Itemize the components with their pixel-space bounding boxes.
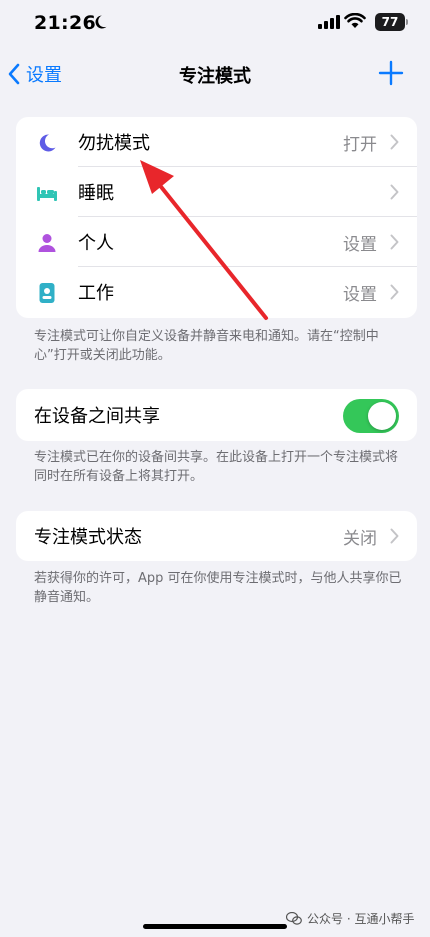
focus-mode-label: 工作 [78, 283, 114, 304]
person-icon [38, 234, 56, 252]
chevron-right-icon [390, 234, 399, 250]
focus-mode-value: 打开 [343, 134, 377, 155]
focus-moon-icon [95, 15, 107, 29]
chevron-right-icon [390, 184, 399, 200]
share-across-devices-row: 在设备之间共享 [16, 389, 417, 441]
focus-mode-label: 勿扰模式 [78, 133, 150, 154]
focus-mode-label: 个人 [78, 233, 114, 254]
focus-status-value: 关闭 [343, 528, 377, 549]
focus-status-label: 专注模式状态 [34, 527, 142, 548]
focus-modes-list: 勿扰模式 打开 睡眠 个人 设置 工作 设置 [16, 117, 417, 318]
chevron-right-icon [390, 134, 399, 150]
watermark: 公众号 · 互通小帮手 [286, 910, 414, 927]
cellular-signal-icon [318, 15, 340, 29]
page-title: 专注模式 [179, 66, 251, 87]
bed-icon [37, 187, 57, 201]
share-across-devices-toggle[interactable] [343, 399, 399, 433]
focus-mode-work[interactable]: 工作 设置 [16, 267, 417, 317]
toggle-knob [368, 402, 396, 430]
status-footnote: 若获得你的许可，App 可在你使用专注模式时，与他人共享你已静音通知。 [34, 571, 402, 605]
navigation-bar: 设置 专注模式 [0, 50, 430, 96]
focus-footnote: 专注模式可让你自定义设备并静音来电和通知。请在“控制中心”打开或关闭此功能。 [34, 329, 379, 363]
focus-mode-personal[interactable]: 个人 设置 [16, 217, 417, 267]
focus-mode-sleep[interactable]: 睡眠 [16, 167, 417, 217]
focus-mode-do-not-disturb[interactable]: 勿扰模式 打开 [16, 117, 417, 167]
focus-mode-value: 设置 [343, 284, 377, 305]
wifi-icon [344, 13, 366, 28]
battery-cap [406, 19, 408, 25]
status-bar: 21:26 77 [0, 0, 430, 48]
share-across-devices-card: 在设备之间共享 [16, 389, 417, 441]
share-across-devices-label: 在设备之间共享 [34, 406, 160, 427]
battery-level: 77 [381, 15, 399, 29]
watermark-text: 公众号 · 互通小帮手 [307, 912, 415, 926]
moon-icon [39, 134, 56, 152]
focus-status-card: 专注模式状态 关闭 [16, 511, 417, 561]
wechat-icon [286, 912, 302, 925]
battery-indicator: 77 [375, 13, 405, 31]
share-footnote: 专注模式已在你的设备间共享。在此设备上打开一个专注模式将同时在所有设备上将其打开… [34, 450, 399, 484]
id-badge-icon [39, 283, 55, 303]
add-icon[interactable] [378, 60, 404, 86]
home-indicator[interactable] [143, 924, 287, 929]
chevron-right-icon [390, 528, 399, 544]
focus-mode-value: 设置 [343, 234, 377, 255]
chevron-right-icon [390, 284, 399, 300]
focus-mode-label: 睡眠 [78, 183, 114, 204]
focus-status-row[interactable]: 专注模式状态 关闭 [16, 511, 417, 561]
status-time: 21:26 [34, 12, 96, 34]
